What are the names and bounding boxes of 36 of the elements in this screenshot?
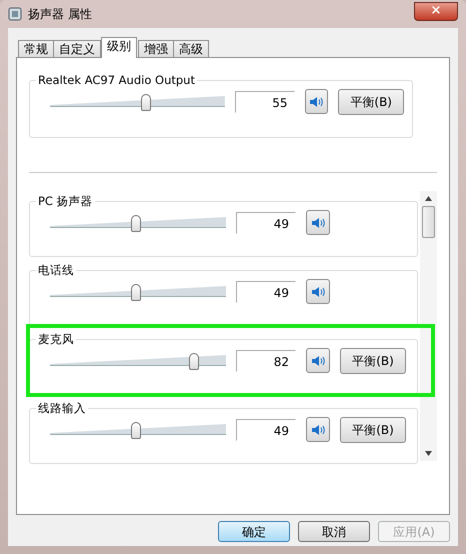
tab[interactable]: 常规 — [18, 40, 54, 58]
volume-field[interactable]: 55 — [234, 91, 295, 113]
slider-thumb[interactable] — [141, 94, 152, 111]
scroll-thumb[interactable] — [422, 206, 435, 238]
window-title: 扬声器 属性 — [28, 6, 92, 23]
group-label: PC 扬声器 — [36, 194, 95, 208]
volume-field[interactable]: 82 — [236, 350, 296, 372]
balance-button[interactable]: 平衡(B) — [338, 89, 404, 115]
mute-button[interactable] — [306, 417, 330, 442]
scrollbar[interactable] — [420, 191, 437, 461]
volume-field[interactable]: 49 — [236, 419, 296, 441]
dialog-button[interactable]: 取消 — [298, 521, 370, 542]
volume-field[interactable]: 49 — [236, 212, 296, 234]
scroll-down-icon[interactable] — [425, 451, 432, 456]
group-label: 麦克风 — [36, 332, 76, 346]
dialog-button[interactable]: 确定 — [218, 521, 290, 542]
tab[interactable]: 自定义 — [53, 40, 101, 58]
balance-button[interactable]: 平衡(B) — [340, 348, 406, 374]
speaker-window-icon — [8, 7, 22, 21]
slider-thumb[interactable] — [131, 284, 142, 301]
group-label: 线路输入 — [36, 401, 88, 415]
mute-button[interactable] — [304, 89, 328, 114]
slider-thumb[interactable] — [189, 353, 200, 370]
slider-thumb[interactable] — [131, 215, 142, 232]
tab[interactable]: 级别 — [101, 37, 137, 58]
mute-button[interactable] — [306, 210, 330, 235]
group-label: 电话线 — [36, 263, 76, 277]
volume-field[interactable]: 49 — [236, 281, 296, 303]
balance-button[interactable]: 平衡(B) — [340, 417, 406, 443]
scroll-up-icon[interactable] — [425, 196, 432, 201]
group-label: Realtek AC97 Audio Output — [36, 73, 197, 87]
slider-thumb[interactable] — [131, 422, 142, 439]
mute-button[interactable] — [306, 348, 330, 373]
tab[interactable]: 高级 — [173, 40, 209, 58]
tab[interactable]: 增强 — [138, 40, 174, 58]
mute-button[interactable] — [306, 279, 330, 304]
